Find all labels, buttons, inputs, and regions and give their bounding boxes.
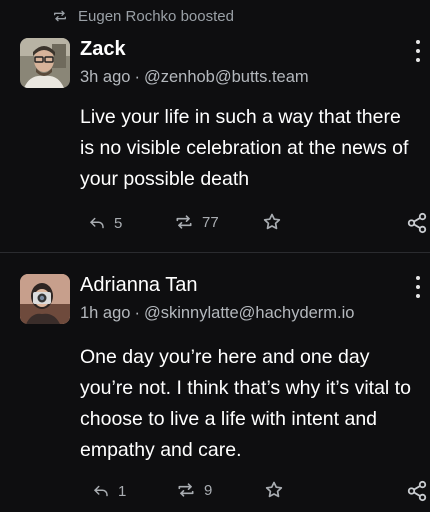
post-card[interactable]: Adrianna Tan 1h ago · @skinnylatte@hachyde… bbox=[0, 270, 430, 512]
boost-icon bbox=[178, 483, 194, 497]
reply-button[interactable]: 1 bbox=[92, 482, 126, 500]
boost-header: Eugen Rochko boosted bbox=[52, 6, 234, 26]
post-actions: 1 9 bbox=[0, 480, 430, 504]
display-name[interactable]: Zack bbox=[80, 38, 126, 61]
meta-separator: · bbox=[134, 68, 140, 86]
post-time[interactable]: 3h ago bbox=[80, 68, 130, 86]
post-meta: 3h ago · @zenhob@butts.team bbox=[80, 68, 309, 87]
favourite-button[interactable] bbox=[262, 212, 282, 232]
boost-count: 77 bbox=[202, 213, 219, 231]
post-card[interactable]: Zack 3h ago · @zenhob@butts.team Live your… bbox=[0, 34, 430, 250]
more-options-icon[interactable] bbox=[414, 276, 422, 298]
boost-count: 9 bbox=[204, 481, 213, 499]
reply-count: 1 bbox=[118, 482, 127, 500]
reply-icon bbox=[94, 485, 108, 497]
boost-icon bbox=[54, 10, 66, 22]
boost-button[interactable]: 77 bbox=[174, 212, 219, 232]
reply-count: 5 bbox=[114, 214, 123, 232]
post-time[interactable]: 1h ago bbox=[80, 304, 130, 322]
reply-icon bbox=[90, 217, 104, 229]
account-handle[interactable]: @skinnylatte@hachyderm.io bbox=[144, 304, 355, 322]
star-icon bbox=[265, 481, 283, 498]
more-options-icon[interactable] bbox=[414, 40, 422, 62]
post-divider bbox=[0, 252, 430, 253]
post-content: One day you’re here and one day you’re n… bbox=[80, 346, 411, 461]
account-handle[interactable]: @zenhob@butts.team bbox=[144, 68, 309, 86]
meta-separator: · bbox=[134, 304, 140, 322]
post-content: Live your life in such a way that there … bbox=[80, 106, 409, 190]
post-actions: 5 77 bbox=[0, 212, 430, 236]
star-icon bbox=[263, 213, 281, 230]
avatar[interactable] bbox=[20, 274, 70, 324]
share-icon bbox=[407, 212, 427, 234]
boost-icon bbox=[176, 215, 192, 229]
share-button[interactable] bbox=[406, 212, 428, 234]
boost-button[interactable]: 9 bbox=[176, 480, 212, 500]
share-button[interactable] bbox=[406, 480, 428, 502]
reply-button[interactable]: 5 bbox=[88, 214, 122, 232]
post-meta: 1h ago · @skinnylatte@hachyderm.io bbox=[80, 304, 354, 323]
boost-text: Eugen Rochko boosted bbox=[78, 7, 234, 25]
share-icon bbox=[407, 480, 427, 502]
favourite-button[interactable] bbox=[264, 480, 284, 500]
display-name[interactable]: Adrianna Tan bbox=[80, 274, 198, 297]
avatar[interactable] bbox=[20, 38, 70, 88]
